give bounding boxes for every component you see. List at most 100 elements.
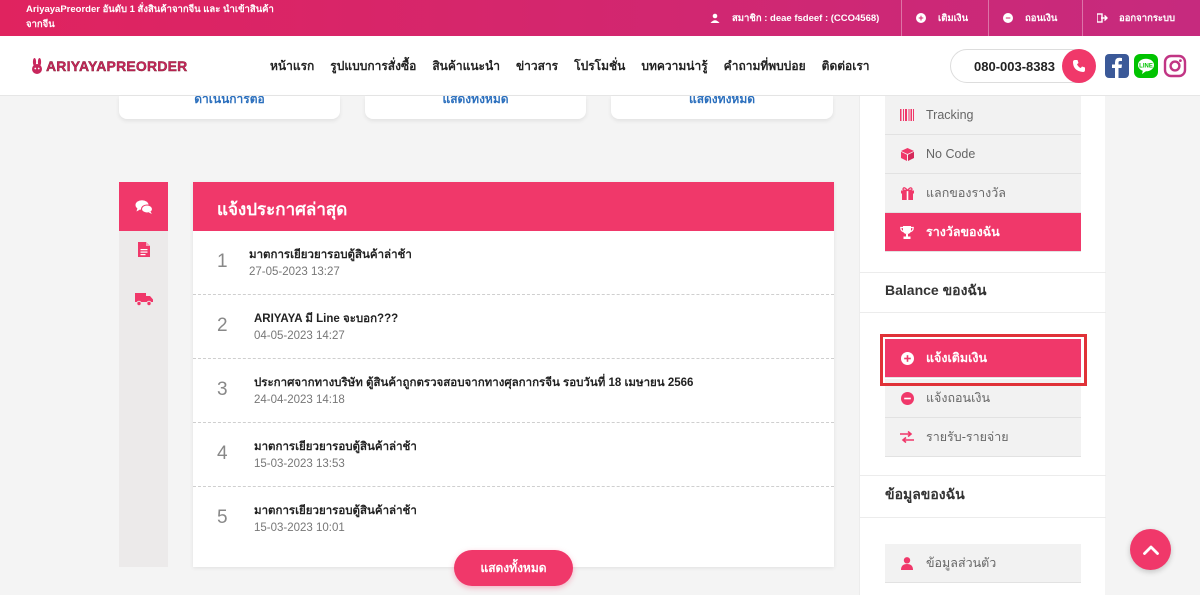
sidebar-item-label: แลกของรางวัล: [926, 186, 1006, 200]
instagram-icon[interactable]: [1163, 54, 1187, 78]
sidebar-item-tracking[interactable]: Tracking: [885, 96, 1081, 135]
nav-faq[interactable]: คำถามที่พบบ่อย: [724, 57, 806, 76]
document-icon: [137, 242, 150, 257]
withdraw-label: ถอนเงิน: [1025, 12, 1058, 24]
status-card-3: แสดงทั้งหมด: [611, 96, 833, 119]
announcement-item[interactable]: 4 มาตการเยียวยารอบตู้สินค้าล่าช้า 15-03-…: [193, 423, 834, 487]
announcement-title: แจ้งประกาศล่าสุด: [193, 182, 834, 231]
announcement-item-date: 15-03-2023 13:53: [254, 458, 345, 470]
main-nav: หน้าแรก รูปแบบการสั่งซื้อ สินค้าแนะนำ ข่…: [262, 36, 878, 96]
highlight-annotation: [880, 334, 1087, 386]
logo-text: ARIYAYAPREORDER: [46, 58, 188, 74]
truck-icon: [134, 292, 153, 306]
logout-icon: [1097, 13, 1108, 23]
announcement-item-date: 24-04-2023 14:18: [254, 394, 345, 406]
line-icon[interactable]: LINE: [1134, 54, 1158, 78]
announcement-item-title[interactable]: มาตการเยียวยารอบตู้สินค้าล่าช้า: [254, 502, 417, 520]
sidebar-item-label: ข้อมูลส่วนตัว: [926, 556, 997, 570]
announcement-index: 3: [217, 379, 228, 400]
logout-label: ออกจากระบบ: [1119, 12, 1176, 24]
announcement-index: 2: [217, 315, 228, 336]
sidebar-item-no-code[interactable]: No Code: [885, 135, 1081, 174]
divider: [860, 475, 1106, 476]
comments-icon: [135, 199, 153, 214]
sidebar-item-label: รายรับ-รายจ่าย: [926, 430, 1009, 444]
announcement-item[interactable]: 1 มาตการเยียวยารอบตู้สินค้าล่าช้า 27-05-…: [193, 231, 834, 295]
announcement-index: 1: [217, 251, 228, 272]
chevron-up-icon: [1142, 545, 1159, 555]
member-info[interactable]: สมาชิก : deae fsdeef : (CCO4568): [710, 0, 879, 36]
nav-recommended[interactable]: สินค้าแนะนำ: [432, 57, 500, 76]
bunny-logo-icon: [32, 58, 42, 74]
exchange-icon: [900, 430, 914, 444]
announcement-item[interactable]: 3 ประกาศจากทางบริษัท ตู้สินค้าถูกตรวจสอบ…: [193, 359, 834, 423]
sidebar-item-label: No Code: [926, 147, 976, 161]
announcement-item-date: 04-05-2023 14:27: [254, 330, 345, 342]
announcement-item-title[interactable]: ประกาศจากทางบริษัท ตู้สินค้าถูกตรวจสอบจา…: [254, 374, 693, 392]
announcement-item[interactable]: 2 ARIYAYA มี Line จะบอก??? 04-05-2023 14…: [193, 295, 834, 359]
tab-announcements[interactable]: [119, 182, 168, 231]
site-tagline: AriyayaPreorder อันดับ 1 สั่งสินค้าจากจี…: [26, 4, 274, 30]
top-bar: AriyayaPreorder อันดับ 1 สั่งสินค้าจากจี…: [0, 0, 1200, 36]
status-card-1: ดำเนินการต่อ: [119, 96, 340, 119]
sidebar-item-my-rewards[interactable]: รางวัลของฉัน: [885, 213, 1081, 252]
tab-documents[interactable]: [119, 225, 168, 274]
deposit-label: เติมเงิน: [938, 12, 969, 24]
announcement-item-title[interactable]: มาตการเยียวยารอบตู้สินค้าล่าช้า: [254, 438, 417, 456]
deposit-button[interactable]: + เติมเงิน: [901, 0, 988, 36]
card-link-show-all[interactable]: แสดงทั้งหมด: [611, 96, 833, 109]
divider: [860, 517, 1106, 518]
plus-circle-icon: +: [916, 13, 926, 23]
site-header: ARIYAYAPREORDER หน้าแรก รูปแบบการสั่งซื้…: [0, 36, 1200, 96]
phone-icon: [1073, 60, 1085, 72]
nav-news[interactable]: ข่าวสาร: [516, 57, 558, 76]
nav-promotion[interactable]: โปรโมชั่น: [574, 57, 625, 76]
trophy-icon: [900, 225, 914, 239]
sidebar-item-redeem[interactable]: แลกของรางวัล: [885, 174, 1081, 213]
call-button[interactable]: [1062, 49, 1096, 83]
announcement-item-date: 27-05-2023 13:27: [249, 266, 340, 278]
facebook-icon[interactable]: [1105, 54, 1129, 78]
tab-shipping[interactable]: [119, 274, 168, 323]
user-icon: [710, 13, 720, 23]
gift-icon: [900, 186, 914, 200]
card-link-continue[interactable]: ดำเนินการต่อ: [119, 96, 340, 109]
logout-button[interactable]: ออกจากระบบ: [1082, 0, 1200, 36]
divider: [860, 312, 1106, 313]
nav-contact[interactable]: ติดต่อเรา: [822, 57, 870, 76]
show-all-button[interactable]: แสดงทั้งหมด: [454, 550, 573, 586]
site-logo[interactable]: ARIYAYAPREORDER: [30, 58, 188, 74]
member-label: สมาชิก : deae fsdeef : (CCO4568): [732, 12, 880, 24]
minus-circle-icon: [900, 391, 914, 405]
info-section-title: ข้อมูลของฉัน: [885, 486, 965, 502]
user-icon: [900, 556, 914, 570]
announcement-item-title[interactable]: ARIYAYA มี Line จะบอก???: [254, 310, 398, 328]
balance-section-title: Balance ของฉัน: [885, 282, 987, 298]
sidebar-item-label: Tracking: [926, 108, 974, 122]
withdraw-button[interactable]: − ถอนเงิน: [988, 0, 1076, 36]
announcement-index: 5: [217, 507, 228, 528]
svg-text:LINE: LINE: [1139, 63, 1153, 69]
status-card-2: แสดงทั้งหมด: [365, 96, 586, 119]
sidebar-item-label: แจ้งถอนเงิน: [926, 391, 991, 405]
card-link-show-all[interactable]: แสดงทั้งหมด: [365, 96, 586, 109]
announcement-panel: แจ้งประกาศล่าสุด 1 มาตการเยียวยารอบตู้สิ…: [193, 182, 834, 567]
scroll-to-top-button[interactable]: [1130, 529, 1171, 570]
nav-order-types[interactable]: รูปแบบการสั่งซื้อ: [330, 57, 416, 76]
divider: [860, 272, 1106, 273]
sidebar-item-profile[interactable]: ข้อมูลส่วนตัว: [885, 544, 1081, 583]
announcement-item-date: 15-03-2023 10:01: [254, 522, 345, 534]
nav-home[interactable]: หน้าแรก: [270, 57, 314, 76]
phone-number: 080-003-8383: [974, 59, 1055, 74]
phone-box[interactable]: 080-003-8383: [950, 49, 1096, 83]
sidebar-item-label: รางวัลของฉัน: [926, 225, 1000, 239]
announcement-item[interactable]: 5 มาตการเยียวยารอบตู้สินค้าล่าช้า 15-03-…: [193, 487, 834, 551]
sidebar-item-transactions[interactable]: รายรับ-รายจ่าย: [885, 418, 1081, 457]
nav-articles[interactable]: บทความน่ารู้: [641, 57, 707, 76]
barcode-icon: [900, 108, 914, 122]
minus-circle-icon: −: [1003, 13, 1013, 23]
announcement-index: 4: [217, 443, 228, 464]
box-icon: [900, 147, 914, 161]
announcement-item-title[interactable]: มาตการเยียวยารอบตู้สินค้าล่าช้า: [249, 246, 412, 264]
side-tab-bar: [119, 182, 168, 567]
